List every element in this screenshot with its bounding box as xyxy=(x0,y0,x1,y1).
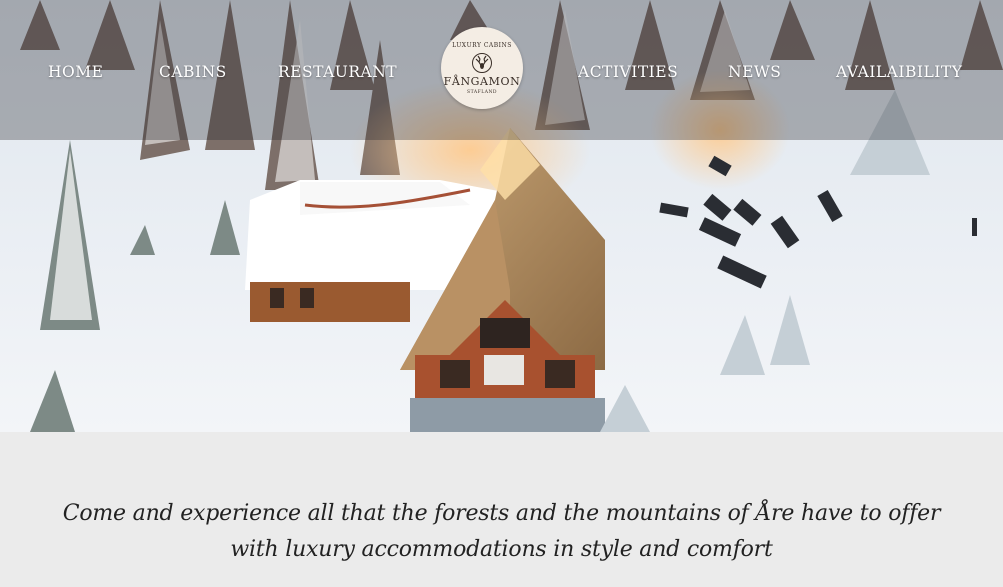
hero-banner: HOME CABINS RESTAURANT ACTIVITIES NEWS A… xyxy=(0,0,1003,432)
tagline-line-1: Come and experience all that the forests… xyxy=(62,501,941,526)
tagline-line-2: with luxury accommodations in style and … xyxy=(230,537,773,562)
deer-emblem-icon xyxy=(472,53,492,73)
nav-cabins[interactable]: CABINS xyxy=(159,63,227,81)
nav-availability[interactable]: AVAILAIBILITY xyxy=(836,63,963,81)
nav-news[interactable]: NEWS xyxy=(728,63,781,81)
logo-name: FÅNGAMON xyxy=(443,75,521,88)
nav-restaurant[interactable]: RESTAURANT xyxy=(278,63,397,81)
nav-home[interactable]: HOME xyxy=(48,63,103,81)
nav-activities[interactable]: ACTIVITIES xyxy=(578,63,678,81)
logo-sub-text: STAFLAND xyxy=(467,90,497,95)
logo-top-text: LUXURY CABINS xyxy=(452,42,512,49)
brand-logo[interactable]: LUXURY CABINS FÅNGAMON STAFLAND xyxy=(441,27,523,109)
